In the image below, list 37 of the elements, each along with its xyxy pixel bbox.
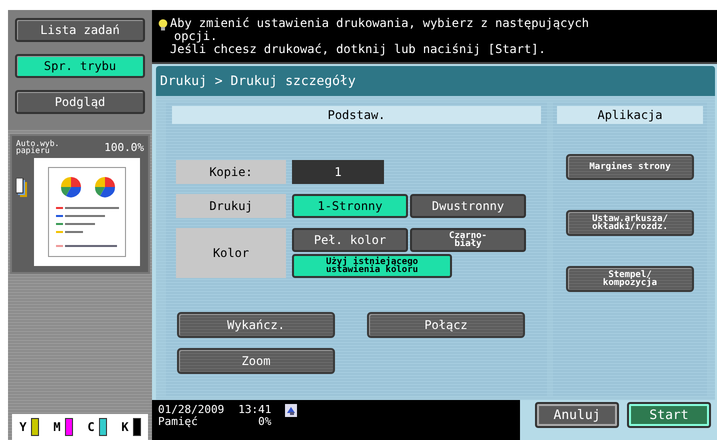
function-button[interactable]: Połącz bbox=[367, 312, 525, 338]
paper-label: Auto.wyb. papieru bbox=[16, 140, 60, 154]
memory-value: 0% bbox=[258, 416, 272, 428]
sidebar-button[interactable]: Spr. trybu bbox=[15, 54, 145, 78]
status-date: 01/28/2009 bbox=[158, 404, 224, 416]
option-button[interactable]: 1-Stronny bbox=[292, 194, 408, 218]
option-button[interactable]: Peł. kolor bbox=[292, 228, 408, 252]
breadcrumb: Drukuj > Drukuj szczegóły bbox=[160, 74, 356, 88]
option-button[interactable]: Użyj istniejącego ustawienia koloru bbox=[292, 254, 452, 278]
toner-label: Y bbox=[19, 420, 27, 434]
lightbulb-icon bbox=[158, 19, 168, 31]
instruction-message: Aby zmienić ustawienia drukowania, wybierz z następujących opcji. Jeśli chcesz drukować, dotknij lub naciśnij [Start]. bbox=[170, 17, 590, 58]
toner-label: C bbox=[87, 420, 95, 434]
application-button[interactable]: Ustaw.arkusza/ okładki/rozdz. bbox=[566, 210, 694, 236]
action-button[interactable]: Anuluj bbox=[535, 402, 619, 428]
status-time: 13:41 bbox=[238, 404, 272, 416]
section-header: Aplikacja bbox=[557, 106, 703, 124]
option-button[interactable]: Czarno- biały bbox=[410, 228, 526, 252]
sidebar-button[interactable]: Lista zadań bbox=[15, 18, 145, 42]
section-header: Podstaw. bbox=[172, 106, 541, 124]
action-button[interactable]: Start bbox=[627, 402, 711, 428]
function-button[interactable]: Wykańcz. bbox=[177, 312, 335, 338]
sidebar-button[interactable]: Podgląd bbox=[15, 90, 145, 114]
toner-label: M bbox=[53, 420, 61, 434]
zoom-value: 100.0% bbox=[104, 140, 144, 154]
copies-field[interactable]: 1 bbox=[292, 160, 384, 184]
setting-label: Drukuj bbox=[176, 194, 286, 218]
application-button[interactable]: Margines strony bbox=[566, 154, 694, 180]
setting-label: Kolor bbox=[176, 228, 286, 278]
copies-icon bbox=[16, 178, 28, 198]
network-icon bbox=[285, 404, 298, 417]
copies-label: Kopie: bbox=[176, 160, 286, 184]
application-button[interactable]: Stempel/ kompozycja bbox=[566, 266, 694, 292]
function-button[interactable]: Zoom bbox=[177, 348, 335, 374]
memory-label: Pamięć bbox=[158, 416, 199, 428]
toner-label: K bbox=[121, 420, 129, 434]
option-button[interactable]: Dwustronny bbox=[410, 194, 526, 218]
